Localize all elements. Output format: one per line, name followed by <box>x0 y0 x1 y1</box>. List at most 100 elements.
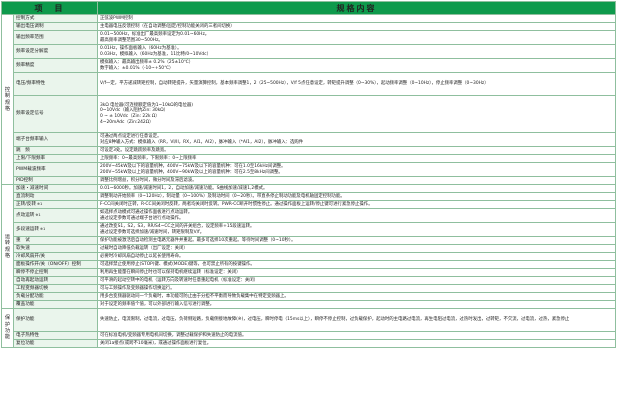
table-row: 多段速运转※1 通过改变S1，S2，S3，RR/S4~CC之间的开关组合，设定频率… <box>2 222 616 237</box>
table-row: 电子热特性 可在标准电机/变频器专用电机间切换，调整过载保护和失速防止的电流值。 <box>2 331 616 340</box>
table-row: 端子台频率输入 可通过两点设定进行任意设定。 对应8种输入方式：模拟输入（RR，VI… <box>2 132 616 147</box>
row-label: 重 试 <box>13 236 98 245</box>
row-label-text: 软失速 <box>16 245 30 251</box>
table-row: 瞬停不停止控制 利用再生能量在瞬间停止时也可以保持电机继续运转（标准设定：关闭） <box>2 268 616 277</box>
row-content: 0.01~500Hz，标准出厂最高频率设定为0.01~60Hz。 最高频率调整范围… <box>97 30 616 45</box>
row-footnote-mark: ※1 <box>36 201 43 206</box>
table-row: 频率精度 模拟输入：最高输出频率± 0.2%（25±10℃） 数字输入：±0.01%… <box>2 58 616 73</box>
table-row: 正转/反转※1 F-CC间关闭时正转，R-CC间关闭时反转，两者均关闭时反转。PW… <box>2 200 616 209</box>
content-line: 通过设定参数可通过端子台进行点动操作。 <box>100 215 184 221</box>
table-body: 控制规格 控制方式 正弦波PWM控制输出电压调制 主电器电压反馈控制（在自动调整/固定… <box>1 14 616 348</box>
row-label: 冷却风扇开/关 <box>13 252 98 261</box>
row-label-text: 覆盖功能 <box>16 301 35 307</box>
content-line: 通过设定参数可选择加速/减速时间，转矩限制及V/f。 <box>100 229 205 235</box>
row-content: 通过改变S1，S2，S3，RR/S4~CC之间的开关组合，设定频率+15段速运转… <box>97 222 616 237</box>
row-label-text: 输出电压调制 <box>16 23 44 29</box>
row-label-text: 上限/下限频率 <box>16 155 46 161</box>
row-content: 模拟输入：最高输出频率± 0.2%（25±10℃） 数字输入：±0.01%（-10… <box>97 58 616 73</box>
content-line: 用多台变频器驱动同一个负载时，本功能可防止由于分担不平衡而导致负载集中在特定变频… <box>100 293 289 299</box>
table-row: 面板操作开/关（ON/OFF）控制 可选择禁止使用停止(STOP)键、模式(MOD… <box>2 260 616 269</box>
category-label: 控制规格 <box>4 86 11 112</box>
content-line: 4~20mAdc（Zin:242Ω） <box>100 119 154 125</box>
row-content: 可与工频操作及变频器操作切换运行。 <box>97 284 616 293</box>
row-footnote-mark: ※1 <box>35 212 41 217</box>
spec-sheet: 项 目 规格内容 控制规格 控制方式 正弦波PWM控制输出电压调制 主电器电压反馈控制… <box>0 0 620 415</box>
row-label: PID控制 <box>13 176 98 185</box>
table-row: 软失速 过载时自动降低负载运转（出厂设定：关闭） <box>2 244 616 253</box>
table-row: 跳 频 可设定3处。设定跳跃频率及跳宽。 <box>2 146 616 155</box>
content-line: 对于设定的频率值个值，可以外部进行输入信号进行调整。 <box>100 301 215 307</box>
content-line: 数字输入：±0.01%（-10~+50℃） <box>100 65 174 71</box>
row-content: 可通过两点设定进行任意设定。 对应8种输入方式：模拟输入（RR，VI/II，RX，… <box>97 132 616 147</box>
category-cell: 控制规格 <box>1 14 14 185</box>
content-line: 利用再生能量在瞬间停止时也可以保持电机继续运转（标准设定：关闭） <box>100 269 241 275</box>
row-label: 多段速运转※1 <box>13 222 98 237</box>
content-line: 对应8种输入方式：模拟输入（RR，VI/II，RX，AI1，AI2），脉冲输入（… <box>100 139 304 145</box>
row-label: 面板操作开/关（ON/OFF）控制 <box>13 260 98 269</box>
row-label-text: 输出频率范围 <box>16 34 44 40</box>
table-row: 电压/频率特性 V/f一定，平方递减转矩控制，自动转矩提升，矢量演算控制，基本频率… <box>2 72 616 96</box>
row-label: 频率精度 <box>13 58 98 73</box>
row-label: 瞬停不停止控制 <box>13 268 98 277</box>
table-row: 上限/下限频率 上限频率：0~最高频率，下限频率：0~上限频率 <box>2 154 616 163</box>
row-label-text: 面板操作开/关（ON/OFF）控制 <box>16 261 81 267</box>
row-label-text: 跳 频 <box>16 147 30 153</box>
content-line: 必要时冷却风扇自动停止以延长使用寿命。 <box>100 253 184 259</box>
row-content: 3kΩ 电位器(可连接额定值为1~10kΩ的电位器) 0~10Vdc（输入阻抗Zi… <box>97 95 616 133</box>
content-line: 上限频率：0~最高频率，下限频率：0~上限频率 <box>100 155 197 161</box>
row-content: 0.01~6000秒。加速/减速时间1，2，自动加速/减速功能。S曲线加速/减速… <box>97 184 616 193</box>
table-header-row: 项 目 规格内容 <box>1 1 616 15</box>
row-label-text: 直流制动 <box>16 193 35 199</box>
row-label-text: PWM载波频率 <box>16 166 46 172</box>
content-line: 200V~55kW及以上的容量机种，400V~90kW及以上的容量机种：可在2.… <box>100 169 283 175</box>
row-content: 调整制动开始频率（0~120Hz），制动量（0~100%）及制动时间（0~20秒… <box>97 192 616 201</box>
row-label: 端子台频率输入 <box>13 132 98 147</box>
table-row: 覆盖功能 对于设定的频率值个值，可以外部进行输入信号进行调整。 <box>2 300 616 309</box>
row-content: 200V~45kW及以下的容量机种，400V~75kW及以下的容量机种：可在1.… <box>97 162 616 177</box>
row-content: 主电器电压反馈控制（在自动调整/固定/控制功能关闭的三者间切换） <box>97 22 616 31</box>
row-content: 如选择点动模式可通过操作面板进行点动运转。 通过设定参数可通过端子台进行点动操作。 <box>97 208 616 223</box>
content-line: 正弦波PWM控制 <box>100 15 133 21</box>
row-label: 保护功能 <box>13 308 98 332</box>
header-item: 项 目 <box>1 1 98 15</box>
row-label: PWM载波频率 <box>13 162 98 177</box>
row-label: 上限/下限频率 <box>13 154 98 163</box>
content-line: 保护功能被激活后自动检测主电路元器件并重起。最多可选择10次重起。等待时间调整（… <box>100 237 296 243</box>
row-label-text: 加速・减速时间 <box>16 185 49 191</box>
table-row: 负载分配功能 用多台变频器驱动同一个负载时，本功能可防止由于分担不平衡而导致负载集… <box>2 292 616 301</box>
row-content: 对于设定的频率值个值，可以外部进行输入信号进行调整。 <box>97 300 616 309</box>
content-line: 0.03Hz，模拟输入（60Hz为基准，11比特/0~10Vdc） <box>100 51 211 57</box>
content-line: 最高频率调整范围30~500Hz。 <box>100 37 163 43</box>
header-spec: 规格内容 <box>97 1 616 15</box>
content-line: 可与工频操作及变频器操作切换运行。 <box>100 285 175 291</box>
table-row: 重 试 保护功能被激活后自动检测主电路元器件并重起。最多可选择10次重起。等待时间… <box>2 236 616 245</box>
row-label: 覆盖功能 <box>13 300 98 309</box>
row-label-text: 端子台频率输入 <box>16 136 49 142</box>
content-line: 过载时自动降低负载运转（出厂设定：关闭） <box>100 245 188 251</box>
row-label-text: 多段速运转 <box>16 226 39 232</box>
content-line: 0.01~6000秒。加速/减速时间1，2，自动加速/减速功能。S曲线加速/减速… <box>100 185 268 191</box>
row-footnote-mark: ※1 <box>39 226 46 231</box>
row-content: V/f一定，平方递减转矩控制，自动转矩提升，矢量演算控制，基本频率调整1，2（2… <box>97 72 616 96</box>
row-label-text: 瞬停不停止控制 <box>16 269 49 275</box>
table-row: PID控制 调整比例增益，积分时间，微分时间及滞后滤波。 <box>2 176 616 185</box>
row-label: 软失速 <box>13 244 98 253</box>
row-label: 控制方式 <box>13 14 98 23</box>
row-content: 上限频率：0~最高频率，下限频率：0~上限频率 <box>97 154 616 163</box>
table-row: 点动运转※1 如选择点动模式可通过操作面板进行点动运转。 通过设定参数可通过端子台进… <box>2 208 616 223</box>
category-label: 保护功能 <box>4 315 11 341</box>
row-content: 保护功能被激活后自动检测主电路元器件并重起。最多可选择10次重起。等待时间调整（… <box>97 236 616 245</box>
row-label: 跳 频 <box>13 146 98 155</box>
row-label-text: 电子热特性 <box>16 332 39 338</box>
row-label: 电子热特性 <box>13 331 98 340</box>
category-label: 运转规格 <box>4 233 11 259</box>
table-row: 直流制动 调整制动开始频率（0~120Hz），制动量（0~100%）及制动时间（0… <box>2 192 616 201</box>
row-label-text: 频率设定分解度 <box>16 48 49 54</box>
content-line: 关闭1a接点(或跨不10毫米)，或通过操作面板进行复位。 <box>100 340 212 346</box>
row-label-text: 频率设定信号 <box>16 111 44 117</box>
row-content: 必要时冷却风扇自动停止以延长使用寿命。 <box>97 252 616 261</box>
row-label-text: 重 试 <box>16 237 30 243</box>
row-label: 点动运转※1 <box>13 208 98 223</box>
row-content: 0.01Hz，操作面板输入（60Hz为基准）。 0.03Hz，模拟输入（60Hz为… <box>97 44 616 59</box>
table-row: 频率设定信号 3kΩ 电位器(可连接额定值为1~10kΩ的电位器) 0~10Vdc（… <box>2 95 616 133</box>
